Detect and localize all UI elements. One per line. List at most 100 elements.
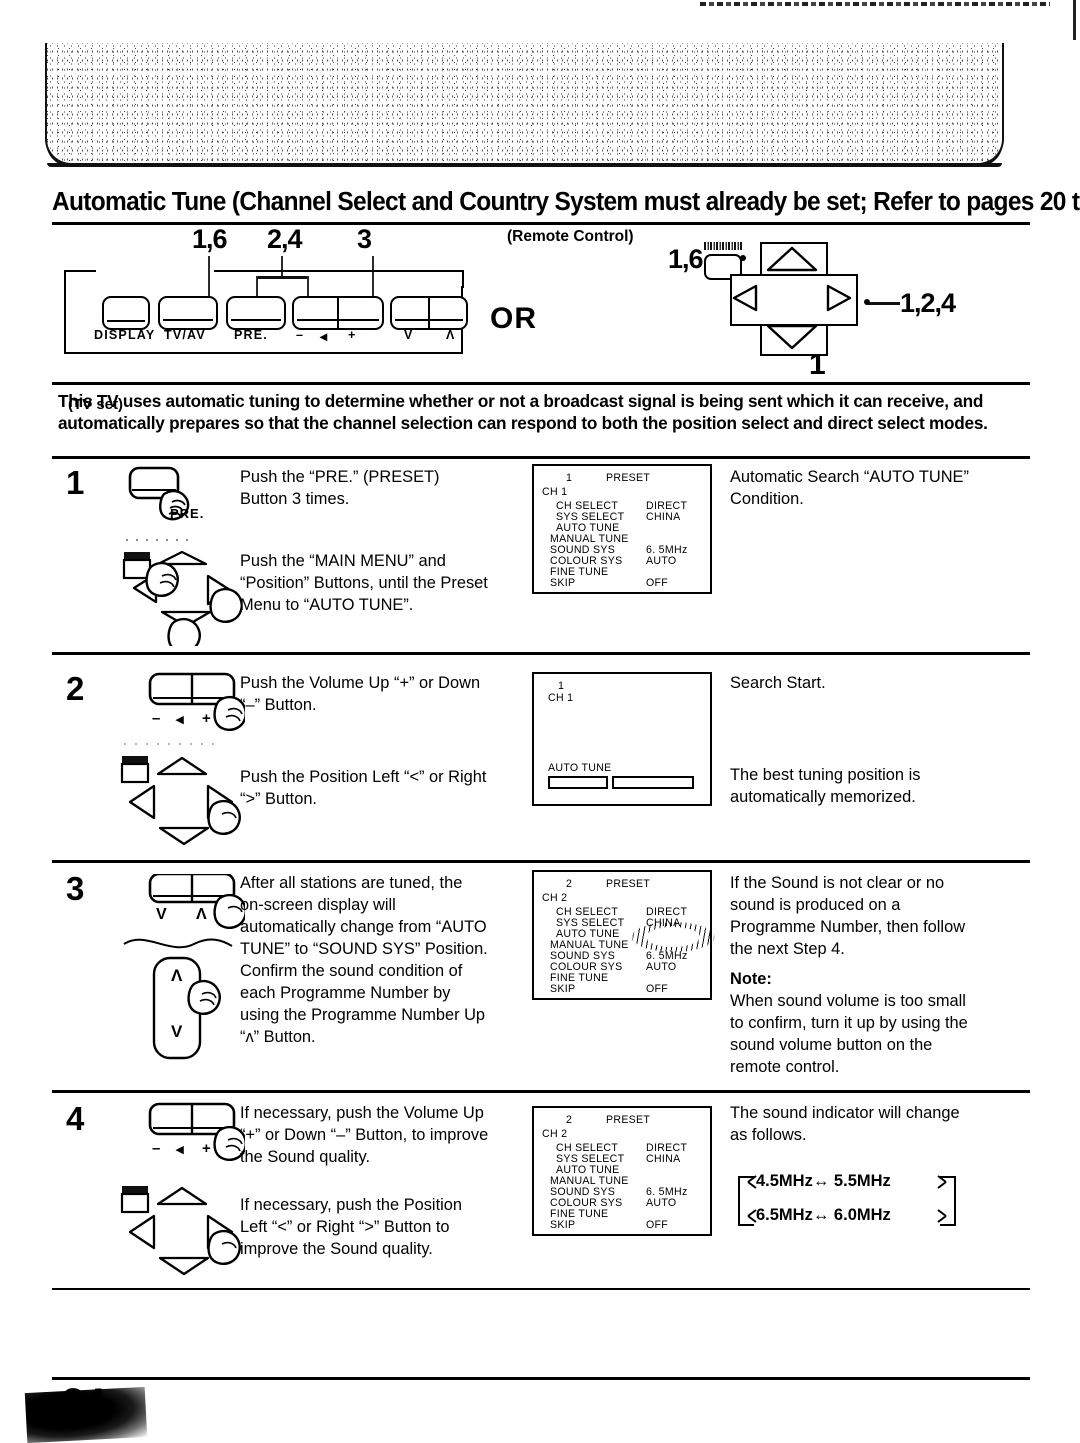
osd-progress-bar-1 [548,776,608,789]
remote-dpad-cluster [702,240,902,360]
divider [52,1090,1030,1093]
divider [52,860,1030,863]
osd-header-title: PRESET [606,472,651,484]
tv-button-pre[interactable] [226,296,286,330]
tv-label-tvav: TV/AV [164,328,206,342]
step-row-4: 4 – ◂ + If necessary, push the Volume Up… [52,1098,1030,1288]
step3-illustration: V Λ Λ V [110,872,247,1064]
scan-streak-artifact [700,2,1050,6]
volume-icon: ◂ [320,328,329,344]
or-separator-label: OR [490,302,537,335]
step-row-3: 3 V Λ Λ V After all stations are tuned, … [52,868,1030,1090]
osd-header-number: 1 [566,472,573,484]
tv-label-volume-minus: – [296,328,305,342]
tv-button-display[interactable] [102,296,150,330]
osd-progress-bar-2 [612,776,694,789]
divider [52,382,1030,385]
osd-channel: CH 1 [548,692,574,704]
step3-instruction-1: After all stations are tuned, the on-scr… [240,874,488,1046]
step3-note-body: When sound volume is too small to confir… [730,992,968,1076]
divider [52,456,1030,459]
step4-instruction-2: If necessary, push the Position Left “<”… [240,1196,463,1258]
tv-label-prog-down: V [404,328,414,342]
step1-instruction-2: Push the “MAIN MENU” and “Position” Butt… [240,552,488,614]
step1-instruction-1: Push the “PRE.” (PRESET) Button 3 times. [240,468,440,508]
osd-header-title: PRESET [606,1114,651,1126]
osd-header-number: 2 [566,878,573,890]
step2-result-1: Search Start. [730,674,826,692]
page-title: Automatic Tune (Channel Select and Count… [52,188,1080,216]
step1-result: Automatic Search “AUTO TUNE” Condition. [730,468,969,508]
osd-row-value: OFF [646,1219,669,1231]
osd-preset-menu-4: 2 PRESET CH 2 CH SELECT DIRECT SYS SELEC… [532,1106,712,1236]
divider [52,1288,1030,1290]
step4-illustration: – ◂ + [110,1102,247,1282]
osd-header-number: 1 [558,680,565,692]
step3-result: If the Sound is not clear or no sound is… [730,874,966,958]
step3-note-title: Note: [730,970,772,988]
step2-volume-minus-label: – [152,710,162,727]
tv-label-prog-up: Λ [446,328,456,342]
step3-remote-down-label: V [171,1022,184,1041]
step-number: 3 [66,870,85,907]
callout-remote-right: 1,2,4 [900,288,956,318]
step-number: 4 [66,1100,85,1137]
step1-illustration: PRE. [112,466,243,653]
step-row-1: 1 PRE. Push the “PRE.” (PRESET) Button 3… [52,462,1030,653]
volume-icon: ◂ [176,1141,185,1158]
osd-search-label: AUTO TUNE [548,762,612,774]
controls-diagram: 1,6 2,4 3 DISPLAY TV/AV PRE. – ◂ + V Λ (… [52,224,1030,413]
step4-result: The sound indicator will change as follo… [730,1104,960,1144]
dpad-arrow-icons [732,246,852,350]
tv-set-control-panel: DISPLAY TV/AV PRE. – ◂ + V Λ (TV set) [63,270,468,413]
step2-instruction-2: Push the Position Left “<” or Right “>” … [240,768,487,808]
step2-volume-plus-label: + [202,710,212,727]
osd-row-value: CHINA [646,1153,681,1165]
manual-page: Automatic Tune (Channel Select and Count… [0,0,1080,1443]
footer-divider [52,1377,1030,1380]
step4-volume-minus-label: – [152,1140,162,1157]
osd-row-value: CHINA [646,511,681,523]
remote-control-caption: (Remote Control) [507,228,634,245]
step-row-2: 2 – ◂ + Push the Volume Up “+” or Down “… [52,668,1030,860]
osd-row-value: AUTO [646,1197,677,1209]
step2-result-2: The best tuning position is automaticall… [730,766,921,806]
step4-instruction-1: If necessary, push the Volume Up “+” or … [240,1104,489,1166]
osd-channel: CH 2 [542,892,568,904]
osd-row-value: AUTO [646,555,677,567]
osd-preset-menu-3: 2 PRESET CH 2 CH SELECT DIRECT SYS SELEC… [532,870,716,1000]
step-number: 1 [66,464,85,501]
step1-pre-label: PRE. [170,506,205,521]
freq-cycle-arrow-icons [747,1175,947,1223]
osd-channel: CH 1 [542,486,568,498]
callout-tv-1-6: 1,6 [192,224,228,254]
osd-row-value: OFF [646,983,669,995]
callout-tv-3: 3 [357,224,372,254]
osd-row-label: SKIP [550,1219,576,1231]
tv-button-programme-rocker[interactable] [390,296,468,330]
step-number: 2 [66,670,85,707]
tv-label-volume-plus: + [348,328,357,342]
callout-tv-2-4: 2,4 [267,224,303,254]
tv-button-volume-rocker[interactable] [292,296,384,330]
step3-prog-up-label: Λ [196,906,208,923]
tv-button-tvav[interactable] [158,296,218,330]
divider [52,652,1030,655]
osd-row-value: AUTO [646,961,677,973]
osd-row-label: SKIP [550,983,576,995]
volume-icon: ◂ [176,711,185,728]
osd-highlight-flash-marks [630,922,716,952]
osd-header-number: 2 [566,1114,573,1126]
step2-illustration: – ◂ + [110,672,247,852]
osd-row-label: SKIP [550,577,576,589]
step3-remote-up-label: Λ [171,966,184,985]
step3-prog-down-label: V [156,906,168,923]
page-number: 24 [62,1381,105,1425]
scan-noise-band [45,43,1004,167]
osd-search-screen: 1 CH 1 AUTO TUNE [532,672,712,806]
callout-remote-main-menu: 1,6 [668,244,704,274]
tv-label-display: DISPLAY [94,328,156,342]
tv-label-pre: PRE. [234,328,268,342]
step4-volume-plus-label: + [202,1140,212,1157]
osd-row-value: OFF [646,577,669,589]
